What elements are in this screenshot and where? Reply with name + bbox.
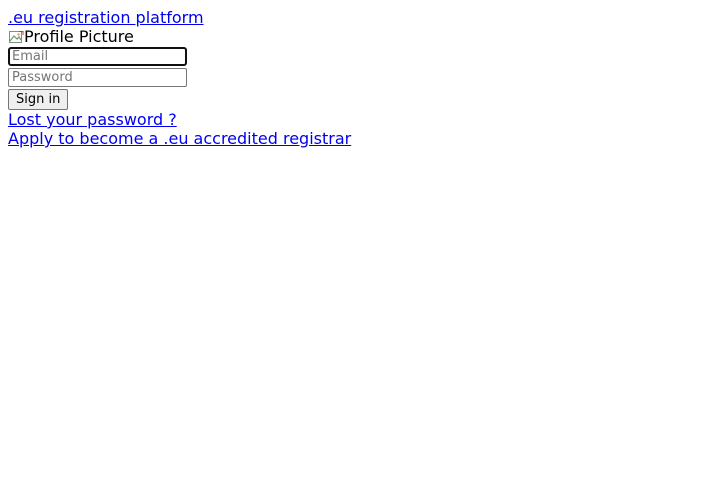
profile-picture: Profile Picture <box>8 27 712 46</box>
login-page: .eu registration platform Profile Pictur… <box>8 8 712 148</box>
password-field[interactable] <box>8 68 187 87</box>
profile-picture-alt-text: Profile Picture <box>24 27 134 46</box>
brand-link[interactable]: .eu registration platform <box>8 8 204 27</box>
broken-image-icon <box>8 29 24 45</box>
apply-registrar-row: Apply to become a .eu accredited registr… <box>8 129 712 148</box>
profile-picture-image: Profile Picture <box>8 27 134 46</box>
lost-password-link[interactable]: Lost your password ? <box>8 110 177 129</box>
apply-registrar-link[interactable]: Apply to become a .eu accredited registr… <box>8 129 351 148</box>
header: .eu registration platform <box>8 8 712 27</box>
login-form: Sign in <box>8 47 712 110</box>
sign-in-button[interactable]: Sign in <box>8 89 69 110</box>
lost-password-row: Lost your password ? <box>8 110 712 129</box>
email-field[interactable] <box>8 47 187 66</box>
